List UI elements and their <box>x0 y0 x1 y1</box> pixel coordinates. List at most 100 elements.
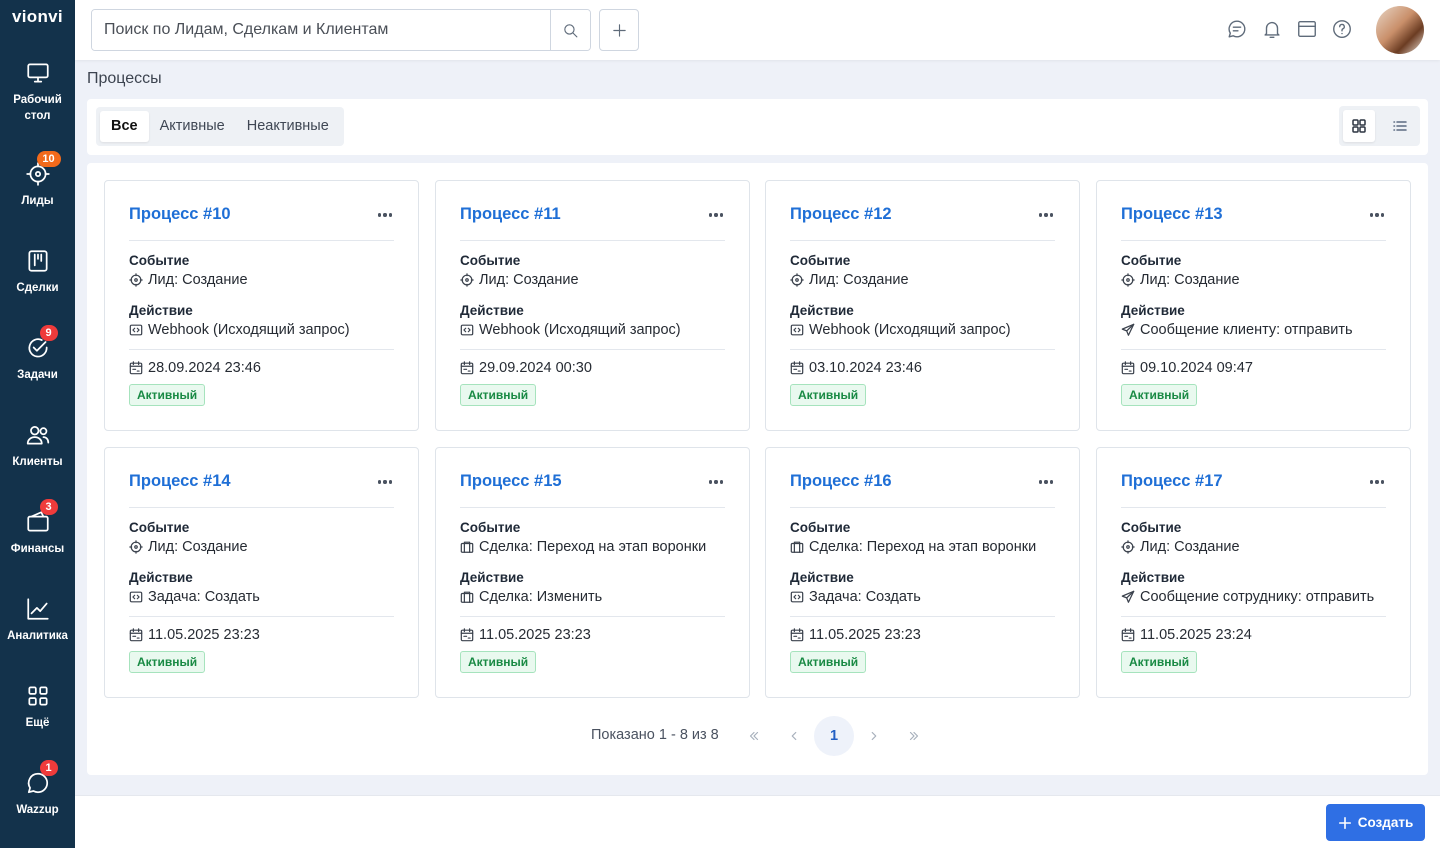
more-dots-icon <box>1369 213 1374 217</box>
process-card[interactable]: Процесс #10 Событие Лид: Создание Действие W… <box>104 180 419 431</box>
help-icon[interactable] <box>1331 18 1353 40</box>
date-row: 03.10.2024 23:46 <box>790 360 1067 376</box>
first-page-button[interactable] <box>734 716 774 756</box>
card-menu-button[interactable] <box>1366 471 1388 493</box>
code-icon <box>790 591 804 603</box>
date-row: 29.09.2024 00:30 <box>460 360 737 376</box>
wazzup-badge: 1 <box>39 760 58 776</box>
calendar-window-icon[interactable] <box>1296 18 1318 40</box>
divider <box>129 240 394 241</box>
process-title[interactable]: Процесс #11 <box>460 205 561 224</box>
process-title[interactable]: Процесс #13 <box>1121 205 1223 224</box>
filter-bar: Все Активные Неактивные <box>87 99 1428 155</box>
event-row: Лид: Создание <box>1121 272 1398 288</box>
send-icon <box>1121 323 1135 336</box>
process-card[interactable]: Процесс #16 Событие Сделка: Переход на эта… <box>765 447 1080 698</box>
divider <box>129 616 394 617</box>
sidebar-item-finance[interactable]: 3 Финансы <box>0 499 75 557</box>
action-value: Задача: Создать <box>809 589 921 605</box>
card-menu-button[interactable] <box>1035 204 1057 226</box>
divider <box>1121 240 1386 241</box>
card-menu-button[interactable] <box>705 204 727 226</box>
target-icon: 10 <box>25 151 61 187</box>
search-button[interactable] <box>550 10 590 50</box>
sidebar-item-label: Лиды <box>21 195 54 207</box>
last-page-button[interactable] <box>894 716 934 756</box>
page-number-button[interactable]: 1 <box>814 716 854 756</box>
process-card[interactable]: Процесс #11 Событие Лид: Создание Действие W… <box>435 180 750 431</box>
target-icon <box>1121 273 1135 287</box>
sidebar-item-desktop[interactable]: Рабочий стол <box>0 60 75 124</box>
sidebar-item-deals[interactable]: Сделки <box>0 248 75 296</box>
divider <box>1121 349 1386 350</box>
card-menu-button[interactable] <box>705 471 727 493</box>
event-row: Лид: Создание <box>129 539 406 555</box>
divider <box>460 616 725 617</box>
create-process-button[interactable]: Создать <box>1326 804 1425 841</box>
grid-view-button[interactable] <box>1343 110 1375 142</box>
sidebar-item-clients[interactable]: Клиенты <box>0 422 75 470</box>
sidebar-item-tasks[interactable]: 9 Задачи <box>0 325 75 383</box>
action-value: Webhook (Исходящий запрос) <box>148 322 350 338</box>
event-row: Сделка: Переход на этап воронки <box>790 539 1067 555</box>
divider <box>460 240 725 241</box>
sidebar-item-leads[interactable]: 10 Лиды <box>0 151 75 209</box>
tab-inactive[interactable]: Неактивные <box>236 111 340 142</box>
sidebar-item-analytics[interactable]: Аналитика <box>0 596 75 644</box>
app-logo[interactable]: vionvi <box>12 7 63 27</box>
user-avatar[interactable] <box>1376 6 1424 54</box>
more-dots-icon <box>1038 213 1043 217</box>
chat-icon[interactable] <box>1226 18 1248 40</box>
prev-page-button[interactable] <box>774 716 814 756</box>
status-badge: Активный <box>1121 651 1198 673</box>
process-date: 11.05.2025 23:24 <box>1140 627 1252 643</box>
process-card[interactable]: Процесс #12 Событие Лид: Создание Действие W… <box>765 180 1080 431</box>
tab-active[interactable]: Активные <box>149 111 236 142</box>
process-title[interactable]: Процесс #17 <box>1121 472 1223 491</box>
tab-all[interactable]: Все <box>100 111 149 142</box>
pagination-info: Показано 1 - 8 из 8 <box>591 727 719 743</box>
quick-add-button[interactable] <box>599 9 639 51</box>
process-title[interactable]: Процесс #14 <box>129 472 231 491</box>
action-label: Действие <box>1121 570 1185 585</box>
divider <box>129 507 394 508</box>
process-card[interactable]: Процесс #17 Событие Лид: Создание Действие С… <box>1096 447 1411 698</box>
search-input[interactable] <box>92 10 550 50</box>
process-date: 03.10.2024 23:46 <box>809 360 922 376</box>
card-menu-button[interactable] <box>1366 204 1388 226</box>
process-date: 11.05.2025 23:23 <box>809 627 921 643</box>
process-card[interactable]: Процесс #13 Событие Лид: Создание Действие С… <box>1096 180 1411 431</box>
process-title[interactable]: Процесс #15 <box>460 472 562 491</box>
sidebar-item-more[interactable]: Ещё <box>0 683 75 731</box>
sidebar-item-wazzup[interactable]: 1 Wazzup <box>0 760 75 818</box>
divider <box>790 616 1055 617</box>
process-card[interactable]: Процесс #15 Событие Сделка: Переход на эта… <box>435 447 750 698</box>
card-menu-button[interactable] <box>374 204 396 226</box>
event-value: Лид: Создание <box>1140 539 1240 555</box>
event-value: Сделка: Переход на этап воронки <box>809 539 1037 555</box>
users-icon <box>25 422 51 448</box>
event-label: Событие <box>790 253 851 268</box>
bell-icon[interactable] <box>1261 18 1283 40</box>
process-title[interactable]: Процесс #16 <box>790 472 892 491</box>
double-chevron-left-icon <box>749 731 759 741</box>
process-date: 28.09.2024 23:46 <box>148 360 261 376</box>
sidebar-item-label: Wazzup <box>16 804 59 816</box>
date-row: 11.05.2025 23:23 <box>129 627 406 643</box>
finance-badge: 3 <box>39 499 58 515</box>
briefcase-icon <box>460 541 474 553</box>
event-value: Лид: Создание <box>479 272 579 288</box>
sidebar-item-label: Клиенты <box>12 456 63 468</box>
action-label: Действие <box>790 570 854 585</box>
more-dots-icon <box>377 480 382 484</box>
card-menu-button[interactable] <box>374 471 396 493</box>
process-card[interactable]: Процесс #14 Событие Лид: Создание Действие З… <box>104 447 419 698</box>
next-page-button[interactable] <box>854 716 894 756</box>
divider <box>460 507 725 508</box>
process-title[interactable]: Процесс #10 <box>129 205 231 224</box>
event-row: Лид: Создание <box>460 272 737 288</box>
list-view-button[interactable] <box>1384 110 1416 142</box>
process-title[interactable]: Процесс #12 <box>790 205 892 224</box>
status-badge: Активный <box>129 384 206 406</box>
card-menu-button[interactable] <box>1035 471 1057 493</box>
